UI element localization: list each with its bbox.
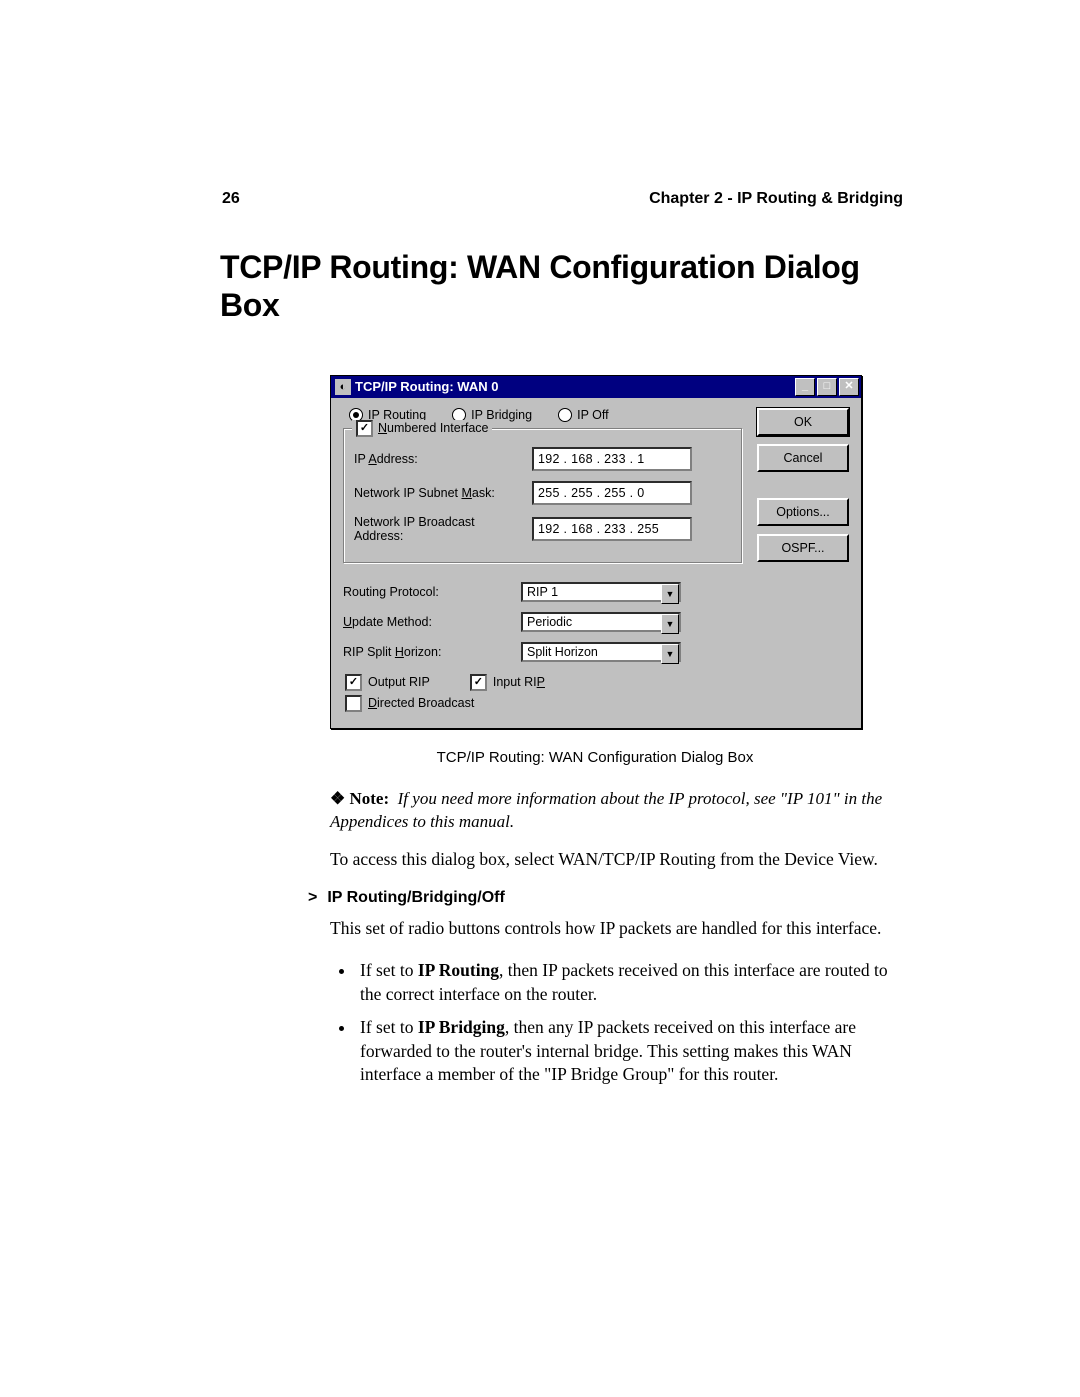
cancel-button[interactable]: Cancel — [757, 444, 849, 472]
page-header: 26 Chapter 2 - IP Routing & Bridging — [220, 190, 905, 208]
maximize-icon[interactable]: □ — [817, 378, 837, 396]
checkbox-icon — [470, 674, 487, 691]
input-rip-checkbox[interactable]: Input RIP — [470, 674, 545, 691]
radio-icon — [558, 408, 572, 422]
access-instructions: To access this dialog box, select WAN/TC… — [330, 848, 905, 872]
section-heading: >IP Routing/Bridging/Off — [308, 889, 905, 907]
update-method-select[interactable]: Periodic ▼ — [521, 612, 681, 632]
app-icon: ◐ — [335, 379, 351, 395]
checkbox-icon — [345, 695, 362, 712]
chevron-down-icon: ▼ — [661, 614, 679, 634]
split-horizon-label: RIP Split Horizon: — [343, 645, 513, 659]
note-paragraph: ❖ Note: If you need more information abo… — [330, 788, 905, 834]
ok-button[interactable]: OK — [757, 408, 849, 436]
page-title: TCP/IP Routing: WAN Configuration Dialog… — [220, 248, 905, 325]
numbered-interface-group: Numbered Interface IP Address: 192 . 168… — [343, 428, 743, 564]
subnet-mask-field[interactable]: 255 . 255 . 255 . 0 — [532, 481, 692, 505]
page-number: 26 — [222, 190, 240, 208]
note-body: If you need more information about the I… — [330, 789, 882, 831]
titlebar[interactable]: ◐ TCP/IP Routing: WAN 0 _ □ ✕ — [331, 376, 861, 398]
routing-protocol-label: Routing Protocol: — [343, 585, 513, 599]
note-prefix: ❖ Note: — [330, 789, 389, 808]
dialog-window: ◐ TCP/IP Routing: WAN 0 _ □ ✕ IP Routing… — [330, 375, 862, 729]
broadcast-address-label: Network IP Broadcast Address: — [354, 515, 524, 543]
chapter-title: Chapter 2 - IP Routing & Bridging — [649, 190, 903, 208]
bullet-item: If set to IP Routing, then IP packets re… — [356, 959, 905, 1006]
bullet-item: If set to IP Bridging, then any IP packe… — [356, 1016, 905, 1087]
broadcast-address-field[interactable]: 192 . 168 . 233 . 255 — [532, 517, 692, 541]
directed-broadcast-checkbox[interactable]: Directed Broadcast — [345, 695, 743, 712]
titlebar-text: TCP/IP Routing: WAN 0 — [355, 379, 795, 394]
options-button[interactable]: Options... — [757, 498, 849, 526]
split-horizon-select[interactable]: Split Horizon ▼ — [521, 642, 681, 662]
close-icon[interactable]: ✕ — [839, 378, 859, 396]
bullet-list: If set to IP Routing, then IP packets re… — [356, 959, 905, 1087]
numbered-interface-checkbox[interactable] — [356, 420, 373, 437]
ip-address-field[interactable]: 192 . 168 . 233 . 1 — [532, 447, 692, 471]
ospf-button[interactable]: OSPF... — [757, 534, 849, 562]
minimize-icon[interactable]: _ — [795, 378, 815, 396]
subnet-mask-label: Network IP Subnet Mask: — [354, 486, 524, 500]
section-intro: This set of radio buttons controls how I… — [330, 917, 905, 941]
checkbox-icon — [345, 674, 362, 691]
update-method-label: Update Method: — [343, 615, 513, 629]
routing-protocol-select[interactable]: RIP 1 ▼ — [521, 582, 681, 602]
chevron-down-icon: ▼ — [661, 584, 679, 604]
ip-address-label: IP Address: — [354, 452, 524, 466]
chevron-down-icon: ▼ — [661, 644, 679, 664]
figure-caption: TCP/IP Routing: WAN Configuration Dialog… — [330, 749, 860, 766]
output-rip-checkbox[interactable]: Output RIP — [345, 674, 430, 691]
radio-ip-off[interactable]: IP Off — [558, 408, 609, 422]
